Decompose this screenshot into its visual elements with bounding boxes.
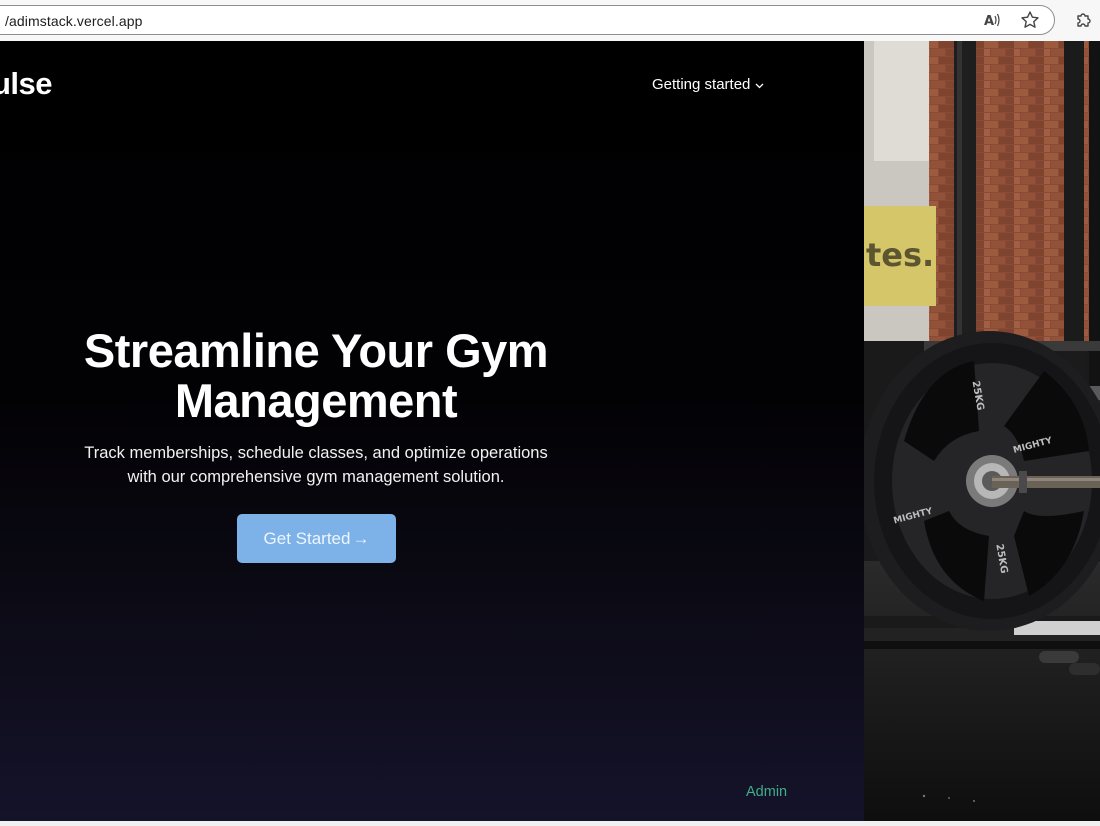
get-started-label: Get Started: [263, 528, 351, 548]
site-logo[interactable]: ulse: [0, 66, 53, 102]
gym-photo-illustration: tes. 25KG MIGHTY 25KG MIGHTY: [864, 41, 1100, 821]
hero-subtext-line1: Track memberships, schedule classes, and…: [84, 444, 548, 462]
browser-toolbar: /adimstack.vercel.app A: [0, 0, 1100, 42]
address-bar[interactable]: /adimstack.vercel.app: [0, 5, 1055, 35]
hero-section: ulse Getting started Streamline Your Gym…: [0, 41, 864, 821]
gym-photo: tes. 25KG MIGHTY 25KG MIGHTY: [864, 41, 1100, 821]
arrow-right-icon: →: [352, 528, 370, 548]
nav-getting-started-dropdown[interactable]: Getting started: [652, 76, 764, 93]
hero-subtext: Track memberships, schedule classes, and…: [56, 441, 576, 489]
window-bottom-edge: [0, 821, 1100, 826]
hero-headline: Streamline Your Gym Management: [40, 326, 592, 426]
admin-link[interactable]: Admin: [746, 784, 787, 800]
web-page: ulse Getting started Streamline Your Gym…: [0, 41, 1100, 821]
nav-getting-started-label: Getting started: [652, 76, 751, 93]
sign-text: tes.: [866, 236, 934, 274]
extensions-puzzle-icon[interactable]: [1074, 10, 1094, 30]
hero-headline-line2: Management: [174, 374, 458, 427]
chevron-down-icon: [755, 81, 764, 91]
hero-subtext-line2: with our comprehensive gym management so…: [127, 468, 505, 486]
svg-text:A: A: [984, 14, 994, 29]
favorite-star-icon[interactable]: [1020, 10, 1040, 30]
url-text[interactable]: /adimstack.vercel.app: [5, 13, 143, 29]
read-aloud-icon[interactable]: A: [982, 10, 1002, 30]
hero-headline-line1: Streamline Your Gym: [83, 324, 549, 377]
get-started-button[interactable]: Get Started →: [237, 514, 396, 563]
